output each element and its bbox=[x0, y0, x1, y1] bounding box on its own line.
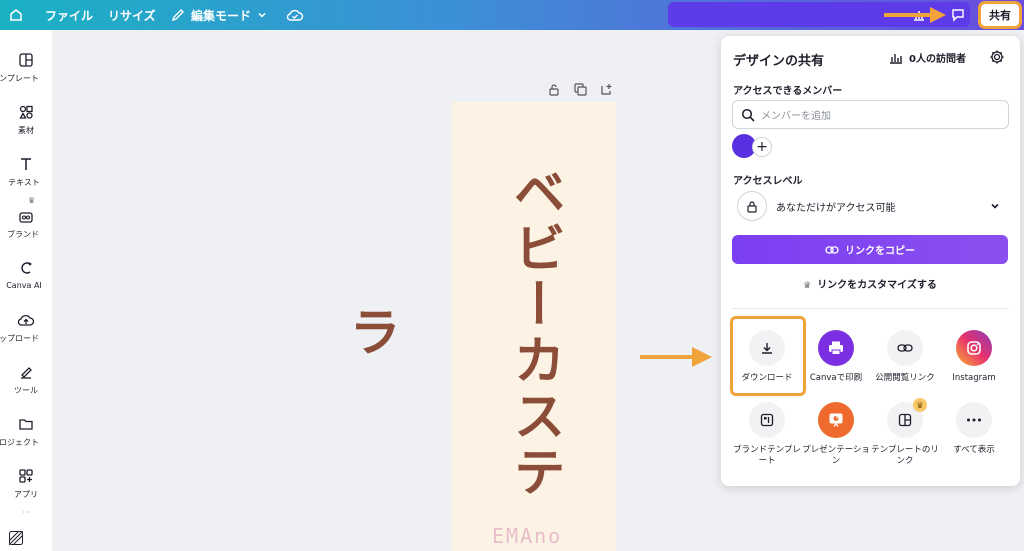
share-panel-title: デザインの共有 bbox=[733, 54, 825, 69]
sidebar-item-label: 素材 bbox=[18, 126, 34, 135]
sidebar-item-apps[interactable]: アプリ bbox=[0, 466, 52, 500]
option-label: プレゼンテーション bbox=[802, 445, 870, 466]
template-link-icon: ♛ bbox=[887, 398, 927, 438]
left-sidebar: ンプレート 素材 テキスト ♛ ブランド Canva AI ップロード ツール … bbox=[0, 30, 52, 551]
share-panel: デザインの共有 0人の訪問者 アクセスできるメンバー メンバーを追加 + アクセ… bbox=[721, 36, 1020, 486]
sidebar-item-label: アプリ bbox=[14, 490, 38, 499]
search-icon bbox=[741, 108, 755, 122]
sidebar-item-label: テキスト bbox=[8, 178, 40, 187]
cloud-saved-icon[interactable] bbox=[286, 0, 304, 30]
crown-icon: ♛ bbox=[803, 281, 812, 291]
pencil-icon bbox=[171, 9, 184, 22]
presentation-option[interactable]: プレゼンテーション bbox=[801, 402, 871, 466]
sidebar-item-text[interactable]: テキスト bbox=[0, 154, 52, 188]
link-icon bbox=[825, 245, 839, 254]
tools-icon bbox=[0, 362, 52, 382]
duplicate-icon[interactable] bbox=[573, 82, 587, 96]
template-link-option[interactable]: ♛ テンプレートのリンク bbox=[870, 398, 940, 466]
gear-icon[interactable] bbox=[989, 49, 1005, 69]
sidebar-item-label: ンプレート bbox=[0, 74, 39, 83]
customize-link-label: リンクをカスタマイズする bbox=[817, 280, 937, 291]
template-icon bbox=[0, 50, 52, 70]
brand-template-icon bbox=[749, 402, 785, 438]
apps-icon bbox=[0, 466, 52, 486]
sidebar-item-templates[interactable]: ンプレート bbox=[0, 50, 52, 84]
home-icon[interactable] bbox=[8, 0, 24, 30]
sidebar-item-elements[interactable]: 素材 bbox=[0, 102, 52, 136]
link-icon bbox=[887, 330, 923, 366]
see-all-option[interactable]: すべて表示 bbox=[939, 402, 1009, 456]
member-search-input[interactable]: メンバーを追加 bbox=[732, 100, 1009, 129]
sidebar-item-label: ップロード bbox=[0, 334, 39, 343]
elements-icon bbox=[0, 102, 52, 122]
text-icon bbox=[0, 154, 52, 174]
member-search-placeholder: メンバーを追加 bbox=[761, 111, 831, 122]
lock-icon[interactable] bbox=[547, 82, 561, 96]
design-page[interactable]: ベビーカステラ EMAno bbox=[340, 102, 616, 551]
projects-icon bbox=[0, 414, 52, 434]
file-menu[interactable]: ファイル bbox=[45, 0, 93, 30]
analytics-icon bbox=[890, 53, 902, 64]
more-icon bbox=[956, 402, 992, 438]
upload-icon bbox=[0, 310, 52, 330]
canva-ai-icon bbox=[0, 258, 52, 278]
sidebar-item-projects[interactable]: ロジェクト bbox=[0, 414, 52, 448]
print-icon bbox=[818, 330, 854, 366]
sidebar-item-label: ロジェクト bbox=[0, 438, 39, 447]
top-bar: ファイル リサイズ 編集モード 共有 bbox=[0, 0, 1024, 30]
crown-icon: ♛ bbox=[28, 196, 36, 205]
copy-link-button[interactable]: リンクをコピー bbox=[732, 235, 1008, 264]
members-heading: アクセスできるメンバー bbox=[733, 86, 843, 97]
sidebar-item-canva-ai[interactable]: Canva AI bbox=[0, 258, 52, 290]
option-label: ブランドテンプレート bbox=[733, 445, 801, 466]
divider bbox=[732, 308, 1009, 309]
chevron-down-icon bbox=[258, 12, 266, 18]
visitors-count[interactable]: 0人の訪問者 bbox=[889, 50, 966, 65]
brand-icon bbox=[0, 206, 52, 226]
instagram-icon bbox=[956, 330, 992, 366]
resize-menu[interactable]: リサイズ bbox=[108, 0, 156, 30]
option-label: Canvaで印刷 bbox=[809, 373, 863, 383]
print-option[interactable]: Canvaで印刷 bbox=[801, 330, 871, 384]
edit-mode-label: 編集モード bbox=[191, 8, 252, 23]
copy-link-label: リンクをコピー bbox=[845, 246, 915, 257]
page-tools bbox=[547, 82, 613, 98]
vertical-title-text[interactable]: ベビーカステラ bbox=[340, 148, 616, 518]
public-view-link-option[interactable]: 公開閲覧リンク bbox=[870, 330, 940, 384]
presentation-icon bbox=[818, 402, 854, 438]
lock-icon bbox=[737, 191, 767, 221]
arrow-to-download-icon bbox=[640, 347, 712, 367]
customize-link-button[interactable]: ♛ リンクをカスタマイズする bbox=[732, 276, 1008, 291]
option-label: テンプレートのリンク bbox=[871, 445, 939, 466]
sidebar-item-label: Canva AI bbox=[6, 281, 42, 290]
option-label: Instagram bbox=[952, 373, 996, 383]
access-level-dropdown[interactable]: あなただけがアクセス可能 bbox=[732, 190, 1009, 222]
option-label: すべて表示 bbox=[953, 445, 995, 455]
sidebar-item-tools[interactable]: ツール bbox=[0, 362, 52, 396]
visitors-label: 0人の訪問者 bbox=[909, 54, 966, 65]
sidebar-item-label: ブランド bbox=[7, 230, 39, 239]
sidebar-item-uploads[interactable]: ップロード bbox=[0, 310, 52, 344]
download-highlight bbox=[730, 316, 806, 396]
share-button[interactable]: 共有 bbox=[978, 1, 1022, 29]
brand-template-option[interactable]: ブランドテンプレート bbox=[732, 402, 802, 466]
hatch-pattern-icon[interactable] bbox=[8, 530, 24, 549]
comment-icon[interactable] bbox=[950, 0, 966, 30]
sidebar-item-label: ツール bbox=[14, 386, 38, 395]
option-label: 公開閲覧リンク bbox=[875, 373, 935, 383]
add-page-icon[interactable] bbox=[599, 82, 613, 96]
access-level-value: あなただけがアクセス可能 bbox=[776, 202, 896, 214]
more-dots-icon: ··· bbox=[22, 508, 30, 517]
crown-icon: ♛ bbox=[913, 398, 927, 412]
signature-text[interactable]: EMAno bbox=[492, 524, 562, 548]
edit-mode-dropdown[interactable]: 編集モード bbox=[171, 0, 267, 30]
access-level-heading: アクセスレベル bbox=[733, 176, 803, 187]
instagram-option[interactable]: Instagram bbox=[939, 330, 1009, 384]
sidebar-item-brand[interactable]: ♛ ブランド bbox=[0, 196, 52, 240]
arrow-to-share-icon bbox=[884, 7, 946, 23]
chevron-down-icon bbox=[991, 203, 999, 209]
add-member-button[interactable]: + bbox=[752, 137, 772, 157]
